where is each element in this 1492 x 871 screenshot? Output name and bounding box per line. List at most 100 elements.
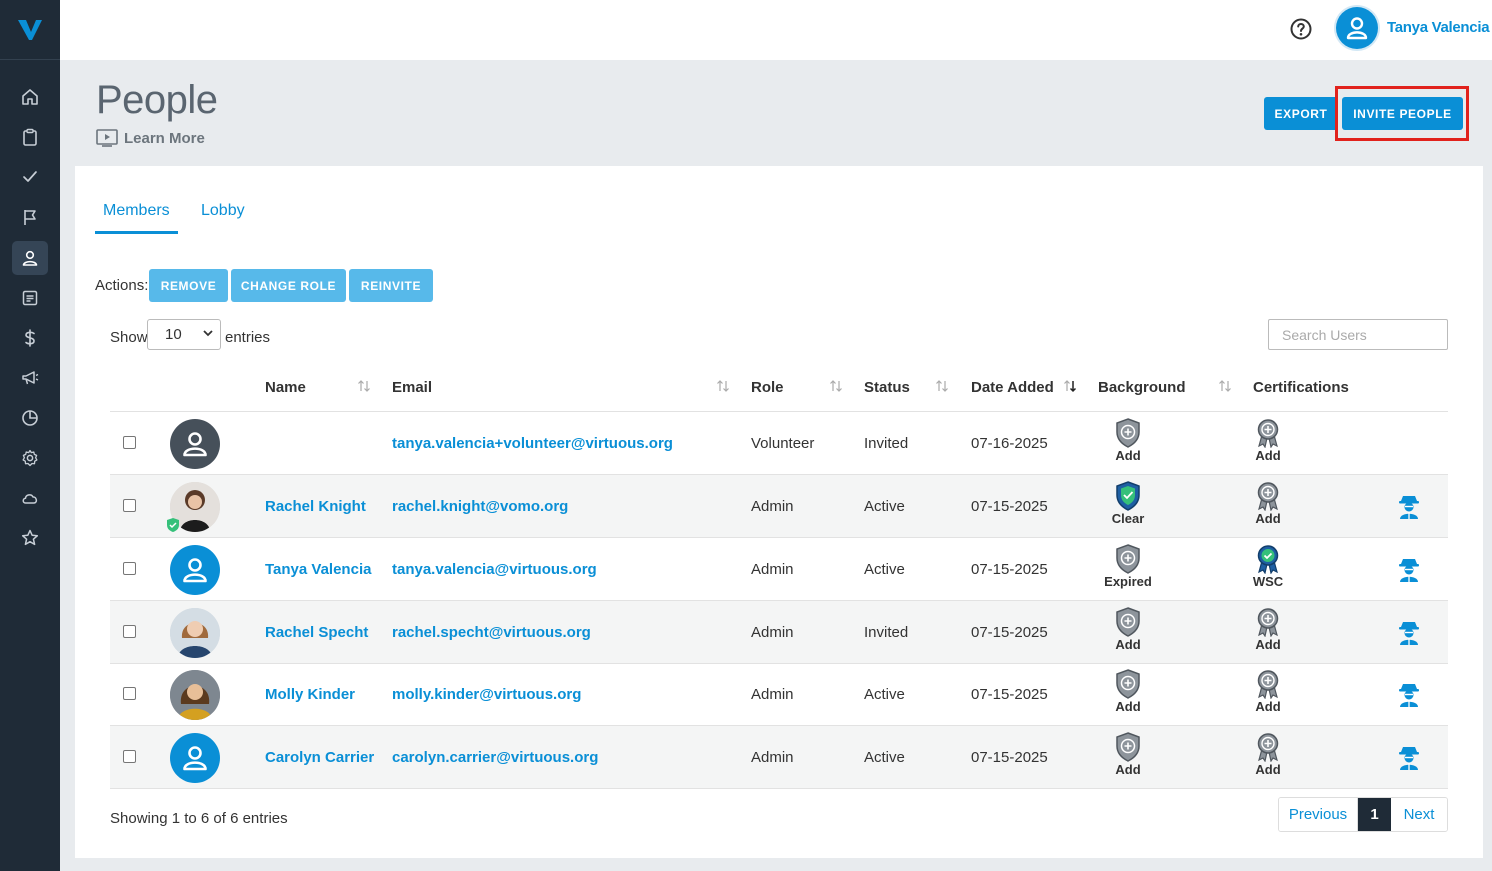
member-role: Admin bbox=[751, 561, 794, 578]
nav-cloud[interactable] bbox=[12, 481, 48, 515]
sort-icon[interactable] bbox=[829, 379, 843, 393]
background-check-badge[interactable]: Add bbox=[1098, 418, 1158, 463]
row-checkbox[interactable] bbox=[123, 436, 136, 449]
member-email[interactable]: tanya.valencia+volunteer@virtuous.org bbox=[392, 435, 673, 452]
entries-select-value: 10 bbox=[165, 326, 182, 343]
avatar bbox=[170, 419, 220, 469]
help-icon[interactable] bbox=[1289, 17, 1313, 41]
row-checkbox[interactable] bbox=[123, 625, 136, 638]
previous-page-button[interactable]: Previous bbox=[1279, 798, 1358, 831]
sort-icon[interactable] bbox=[1218, 379, 1232, 393]
sort-icon[interactable] bbox=[935, 379, 949, 393]
background-check-badge[interactable]: Add bbox=[1098, 669, 1158, 714]
row-checkbox[interactable] bbox=[123, 562, 136, 575]
nav-donations[interactable] bbox=[12, 321, 48, 355]
nav-forms[interactable] bbox=[12, 281, 48, 315]
column-header-certifications: Certifications bbox=[1253, 379, 1349, 396]
sort-icon[interactable] bbox=[357, 379, 371, 393]
table-row: Molly Kinder molly.kinder@virtuous.org A… bbox=[110, 663, 1448, 726]
column-header-background[interactable]: Background bbox=[1098, 379, 1186, 396]
member-role: Admin bbox=[751, 749, 794, 766]
nav-announcements[interactable] bbox=[12, 361, 48, 395]
impersonate-user-icon[interactable] bbox=[1397, 681, 1421, 707]
column-header-date-added[interactable]: Date Added bbox=[971, 379, 1054, 396]
sort-desc-icon[interactable] bbox=[1063, 379, 1077, 393]
member-name[interactable]: Rachel Specht bbox=[265, 624, 368, 641]
certification-status-label: Add bbox=[1255, 448, 1281, 463]
background-status-label: Add bbox=[1115, 448, 1141, 463]
nav-home[interactable] bbox=[12, 80, 48, 114]
impersonate-user-icon[interactable] bbox=[1397, 744, 1421, 770]
member-email[interactable]: rachel.knight@vomo.org bbox=[392, 498, 568, 515]
nav-clipboard[interactable] bbox=[12, 120, 48, 154]
certification-badge[interactable]: Add bbox=[1238, 481, 1298, 526]
certification-badge[interactable]: Add bbox=[1238, 669, 1298, 714]
impersonate-user-icon[interactable] bbox=[1397, 619, 1421, 645]
search-users-input[interactable] bbox=[1268, 319, 1448, 350]
change-role-button[interactable]: CHANGE ROLE bbox=[231, 269, 346, 302]
remove-button[interactable]: REMOVE bbox=[149, 269, 228, 302]
star-icon bbox=[21, 529, 39, 546]
background-check-badge[interactable]: Add bbox=[1098, 732, 1158, 777]
column-header-name[interactable]: Name bbox=[265, 379, 306, 396]
background-check-badge[interactable]: Add bbox=[1098, 607, 1158, 652]
member-email[interactable]: tanya.valencia@virtuous.org bbox=[392, 561, 597, 578]
column-header-status[interactable]: Status bbox=[864, 379, 910, 396]
show-label: Show bbox=[110, 329, 148, 346]
member-email[interactable]: molly.kinder@virtuous.org bbox=[392, 686, 581, 703]
avatar bbox=[170, 545, 220, 595]
table-row: Rachel Knight rachel.knight@vomo.org Adm… bbox=[110, 475, 1448, 538]
certification-status-label: Add bbox=[1255, 699, 1281, 714]
background-check-badge[interactable]: Clear bbox=[1098, 481, 1158, 526]
table-row: tanya.valencia+volunteer@virtuous.org Vo… bbox=[110, 412, 1448, 475]
member-email[interactable]: rachel.specht@virtuous.org bbox=[392, 624, 591, 641]
nav-goals[interactable] bbox=[12, 200, 48, 234]
default-avatar-icon bbox=[183, 558, 207, 583]
certification-badge[interactable]: Add bbox=[1238, 732, 1298, 777]
learn-more-link[interactable]: Learn More bbox=[96, 129, 205, 147]
member-email[interactable]: carolyn.carrier@virtuous.org bbox=[392, 749, 598, 766]
reinvite-button[interactable]: REINVITE bbox=[349, 269, 433, 302]
row-checkbox[interactable] bbox=[123, 750, 136, 763]
flag-icon bbox=[24, 210, 36, 225]
user-avatar[interactable] bbox=[1336, 7, 1378, 49]
nav-favorites[interactable] bbox=[12, 521, 48, 555]
nav-tasks[interactable] bbox=[12, 160, 48, 194]
member-name[interactable]: Tanya Valencia bbox=[265, 561, 371, 578]
sort-icon[interactable] bbox=[716, 379, 730, 393]
member-date-added: 07-15-2025 bbox=[971, 686, 1048, 703]
row-checkbox[interactable] bbox=[123, 499, 136, 512]
default-avatar-icon bbox=[183, 746, 207, 771]
shield-add-icon bbox=[1116, 607, 1140, 637]
nav-reports[interactable] bbox=[12, 401, 48, 435]
column-header-email[interactable]: Email bbox=[392, 379, 432, 396]
page-1-button[interactable]: 1 bbox=[1358, 798, 1391, 831]
shield-add-icon bbox=[1116, 732, 1140, 762]
impersonate-user-icon[interactable] bbox=[1397, 556, 1421, 582]
tab-members[interactable]: Members bbox=[103, 202, 170, 220]
learn-more-label: Learn More bbox=[124, 129, 205, 147]
nav-people[interactable] bbox=[12, 241, 48, 275]
document-icon bbox=[22, 290, 38, 306]
top-bar: Tanya Valencia bbox=[60, 0, 1492, 60]
tab-lobby[interactable]: Lobby bbox=[201, 202, 245, 220]
app-logo[interactable] bbox=[0, 0, 60, 60]
impersonate-user-icon[interactable] bbox=[1397, 493, 1421, 519]
background-check-badge[interactable]: Expired bbox=[1098, 544, 1158, 589]
user-name[interactable]: Tanya Valencia bbox=[1387, 19, 1490, 36]
next-page-button[interactable]: Next bbox=[1391, 798, 1447, 831]
chevron-down-icon bbox=[203, 330, 213, 337]
entries-select[interactable]: 10 bbox=[147, 319, 221, 350]
member-name[interactable]: Carolyn Carrier bbox=[265, 749, 374, 766]
certification-badge[interactable]: WSC bbox=[1238, 544, 1298, 589]
certification-badge[interactable]: Add bbox=[1238, 607, 1298, 652]
row-checkbox[interactable] bbox=[123, 687, 136, 700]
member-role: Admin bbox=[751, 686, 794, 703]
export-button[interactable]: EXPORT bbox=[1264, 97, 1338, 130]
member-name[interactable]: Molly Kinder bbox=[265, 686, 355, 703]
invite-people-button[interactable]: INVITE PEOPLE bbox=[1342, 97, 1463, 130]
member-name[interactable]: Rachel Knight bbox=[265, 498, 366, 515]
column-header-role[interactable]: Role bbox=[751, 379, 784, 396]
certification-badge[interactable]: Add bbox=[1238, 418, 1298, 463]
nav-settings[interactable] bbox=[12, 441, 48, 475]
